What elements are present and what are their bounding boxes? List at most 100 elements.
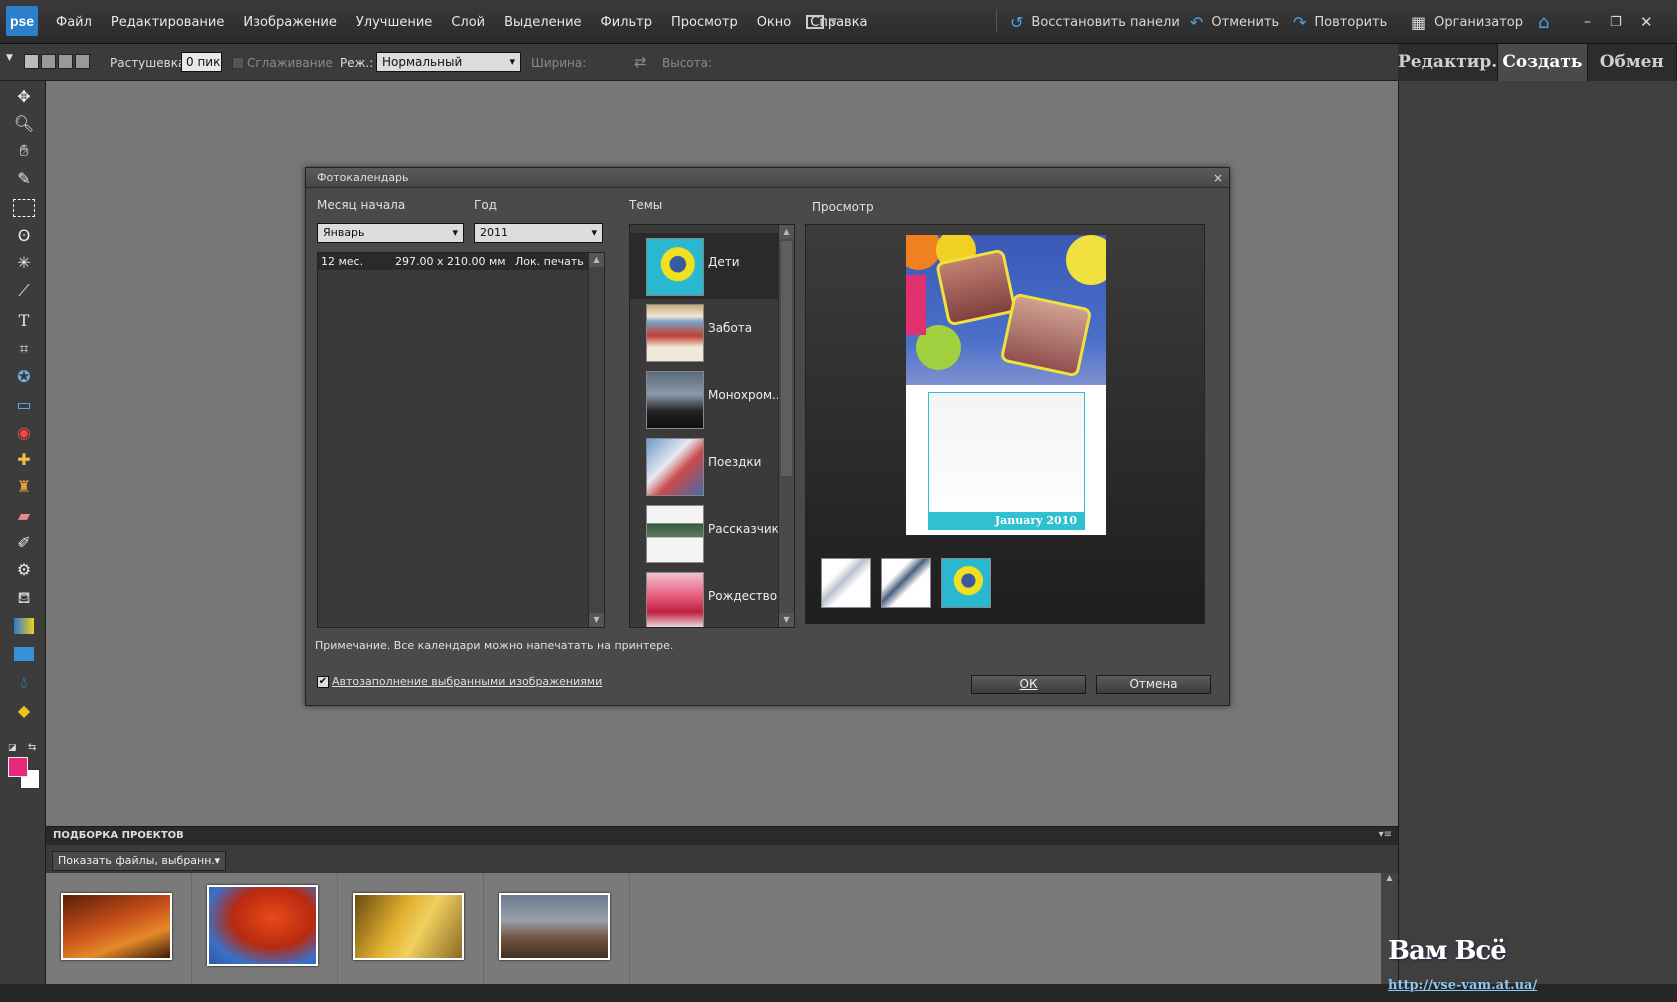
- blur-tool-icon[interactable]: 💧︎: [11, 671, 37, 695]
- scroll-up-icon[interactable]: ▲: [1381, 873, 1398, 882]
- redo-button[interactable]: ↷ Повторить: [1293, 0, 1387, 44]
- autofill-checkbox[interactable]: ✔: [317, 676, 329, 688]
- bin-cell[interactable]: [192, 873, 338, 985]
- subtract-selection-icon[interactable]: [58, 54, 73, 69]
- calendar-format-list[interactable]: 12 мес. 297.00 x 210.00 мм Лок. печать ▲…: [317, 252, 605, 628]
- move-tool-icon[interactable]: ✥: [11, 85, 37, 109]
- menu-image[interactable]: Изображение: [243, 15, 336, 30]
- intersect-selection-icon[interactable]: [75, 54, 90, 69]
- tool-preset-chevron-icon[interactable]: ▼: [6, 53, 13, 63]
- menu-edit[interactable]: Редактирование: [111, 15, 224, 30]
- lasso-tool-icon[interactable]: ʘ: [11, 224, 37, 248]
- paint-bucket-tool-icon[interactable]: ⛾: [11, 586, 37, 610]
- scroll-thumb[interactable]: [781, 241, 792, 476]
- bin-menu-icon[interactable]: ▾≡: [1379, 829, 1392, 840]
- default-colors-icon[interactable]: ◪: [8, 743, 17, 753]
- new-selection-icon[interactable]: [24, 54, 39, 69]
- redo-icon: ↷: [1293, 12, 1307, 32]
- feather-input[interactable]: 0 пикс: [181, 52, 222, 72]
- bin-cell[interactable]: [46, 873, 192, 985]
- page-thumbnail[interactable]: [941, 558, 991, 608]
- sponge-tool-icon[interactable]: ◆: [11, 699, 37, 723]
- city-skyline-photo[interactable]: [499, 893, 610, 960]
- layout-switcher[interactable]: ▼: [806, 0, 837, 44]
- tab-create[interactable]: Создать: [1498, 44, 1588, 81]
- swap-colors-icon[interactable]: ⇆: [28, 742, 36, 753]
- crop-tool-icon[interactable]: ⌗: [11, 337, 37, 361]
- scroll-down-icon[interactable]: ▼: [779, 613, 794, 627]
- menu-file[interactable]: Файл: [56, 15, 92, 30]
- theme-item-travel[interactable]: Поездки: [630, 433, 780, 499]
- mode-select[interactable]: Нормальный: [376, 52, 521, 72]
- theme-item-storyteller[interactable]: Рассказчик: [630, 500, 780, 566]
- scroll-up-icon[interactable]: ▲: [589, 253, 604, 267]
- page-thumbnail[interactable]: [821, 558, 871, 608]
- red-eye-tool-icon[interactable]: ◉: [11, 421, 37, 445]
- ok-button[interactable]: ОК: [971, 675, 1086, 694]
- start-month-select[interactable]: Январь: [317, 223, 464, 243]
- menu-select[interactable]: Выделение: [504, 15, 581, 30]
- straighten-tool-icon[interactable]: ▭: [11, 393, 37, 417]
- home-icon[interactable]: ⌂: [1538, 0, 1549, 44]
- bin-cell[interactable]: [338, 873, 484, 985]
- theme-item-monochrome[interactable]: Монохром...: [630, 366, 783, 432]
- eyedropper-tool-icon[interactable]: ✎: [11, 167, 37, 191]
- list-scrollbar[interactable]: ▲ ▼: [588, 253, 604, 627]
- year-select[interactable]: 2011: [474, 223, 603, 243]
- organizer-button[interactable]: ▦ Организатор: [1411, 0, 1523, 44]
- shape-tool-icon[interactable]: [14, 647, 34, 661]
- quick-selection-tool-icon[interactable]: ⟋: [11, 279, 37, 303]
- theme-item-care[interactable]: Забота: [630, 299, 780, 365]
- theme-item-kids[interactable]: Дети: [630, 233, 780, 299]
- dialog-close-icon[interactable]: ×: [1213, 168, 1223, 188]
- hand-tool-icon[interactable]: ✋︎: [11, 139, 37, 163]
- restore-window-icon[interactable]: ❐: [1610, 0, 1622, 44]
- tab-edit[interactable]: Редактир.: [1398, 44, 1499, 81]
- close-icon[interactable]: ✕: [1640, 0, 1653, 44]
- marquee-tool-icon[interactable]: [13, 199, 35, 217]
- menu-filter[interactable]: Фильтр: [601, 15, 652, 30]
- theme-item-christmas[interactable]: Рождество: [630, 567, 780, 627]
- add-selection-icon[interactable]: [41, 54, 56, 69]
- themes-scrollbar[interactable]: ▲ ▼: [778, 225, 794, 627]
- eraser-tool-icon[interactable]: ▰: [11, 504, 37, 528]
- bin-scrollbar[interactable]: ▲: [1381, 873, 1398, 985]
- cookie-cutter-tool-icon[interactable]: ✪: [11, 365, 37, 389]
- foreground-color-swatch[interactable]: [8, 757, 28, 777]
- gradient-tool-icon[interactable]: [14, 618, 34, 634]
- undo-button[interactable]: ↶ Отменить: [1190, 0, 1279, 44]
- healing-brush-tool-icon[interactable]: ✚: [11, 448, 37, 472]
- menu-enhance[interactable]: Улучшение: [356, 15, 432, 30]
- page-thumbnail[interactable]: [881, 558, 931, 608]
- type-tool-icon[interactable]: T: [11, 309, 37, 333]
- restore-icon: ↺: [1010, 12, 1024, 32]
- themes-list[interactable]: Дети Забота Монохром... Поездки Рассказч…: [629, 224, 795, 628]
- restore-panels-button[interactable]: ↺ Восстановить панели: [1010, 0, 1180, 44]
- swap-icon[interactable]: ⇄: [634, 53, 647, 71]
- cancel-button[interactable]: Отмена: [1096, 675, 1211, 694]
- menu-view[interactable]: Просмотр: [671, 15, 738, 30]
- magic-wand-tool-icon[interactable]: ✳: [11, 251, 37, 275]
- autumn-forest-photo[interactable]: [61, 893, 172, 960]
- scroll-down-icon[interactable]: ▼: [589, 613, 604, 627]
- redo-label: Повторить: [1314, 14, 1388, 30]
- red-maple-photo[interactable]: [207, 885, 318, 966]
- antialias-checkbox[interactable]: [232, 57, 244, 69]
- list-item[interactable]: 12 мес. 297.00 x 210.00 мм Лок. печать: [318, 253, 588, 270]
- brush-tool-icon[interactable]: ✐: [11, 531, 37, 555]
- list-item-type: Лок. печать: [515, 255, 584, 268]
- clone-stamp-tool-icon[interactable]: ♜: [11, 475, 37, 499]
- menu-window[interactable]: Окно: [757, 15, 792, 30]
- chevron-down-icon: ▼: [830, 17, 837, 27]
- yellow-trees-photo[interactable]: [353, 893, 464, 960]
- bin-cell[interactable]: [484, 873, 630, 985]
- zoom-tool-icon[interactable]: 🔍︎: [11, 112, 37, 136]
- project-bin: ПОДБОРКА ПРОЕКТОВ ▾≡ Показать файлы, выб…: [46, 826, 1398, 985]
- smart-brush-tool-icon[interactable]: ⚙: [11, 558, 37, 582]
- scroll-up-icon[interactable]: ▲: [779, 225, 794, 239]
- selection-mode-buttons[interactable]: [24, 54, 94, 70]
- tab-share[interactable]: Обмен: [1587, 44, 1677, 81]
- show-files-select[interactable]: Показать файлы, выбранн.: [52, 851, 226, 871]
- minimize-icon[interactable]: –: [1584, 0, 1591, 44]
- menu-layer[interactable]: Слой: [451, 15, 485, 30]
